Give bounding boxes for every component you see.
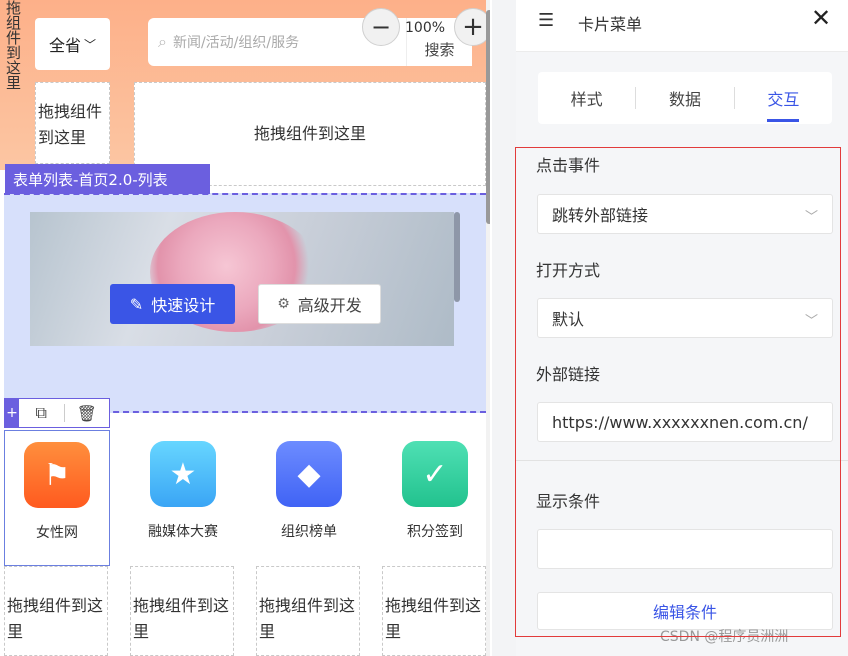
panel-gutter	[492, 0, 516, 656]
external-link-value: https://www.xxxxxxnen.com.cn/	[552, 412, 808, 432]
pencil-icon: ✎	[129, 294, 144, 314]
zoom-in-button[interactable]: +	[454, 8, 490, 46]
component-toolbar: + ⧉ 🗑	[4, 398, 110, 428]
card-menu-item[interactable]: ★ 融媒体大赛	[130, 430, 236, 566]
click-event-label: 点击事件	[536, 156, 601, 175]
gear-icon: ⚙	[277, 296, 290, 312]
search-placeholder: 新闻/活动/组织/服务	[172, 35, 300, 51]
card-menu-label: 组织榜单	[281, 524, 337, 540]
tab-interaction[interactable]: 交互	[735, 86, 832, 122]
diamond-icon: ◆	[276, 441, 342, 507]
card-menu-label: 女性网	[36, 525, 78, 541]
drop-zone[interactable]: 拖拽组件到这里	[130, 566, 234, 656]
chevron-down-icon: ﹀	[804, 210, 818, 225]
form-list-label: 表单列表-首页2.0-列表	[5, 164, 210, 194]
advanced-dev-label: 高级开发	[297, 296, 362, 315]
drop-zone-label: 拖拽组件到这里	[253, 124, 366, 143]
drop-zone[interactable]: 拖拽组件到这里	[35, 82, 110, 164]
zoom-level: 100%	[405, 20, 446, 36]
province-select-label: 全省	[48, 36, 81, 55]
external-link-input[interactable]: https://www.xxxxxxnen.com.cn/	[537, 402, 833, 442]
quick-design-label: 快速设计	[151, 296, 216, 315]
open-mode-select[interactable]: 默认 ﹀	[537, 298, 833, 338]
sliders-icon: ☰	[538, 10, 555, 31]
advanced-dev-button[interactable]: ⚙ 高级开发	[258, 284, 381, 324]
card-menu-item[interactable]: ⚑ 女性网	[4, 430, 110, 566]
banner-image	[30, 212, 454, 346]
quick-design-button[interactable]: ✎ 快速设计	[110, 284, 235, 324]
canvas-scrollbar-thumb[interactable]	[486, 10, 490, 224]
tab-style[interactable]: 样式	[538, 86, 635, 110]
close-icon[interactable]: ✕	[811, 4, 831, 32]
province-select[interactable]: 全省 ﹀	[35, 18, 110, 70]
click-event-select[interactable]: 跳转外部链接 ﹀	[537, 194, 833, 234]
banner-scrollbar[interactable]	[454, 212, 460, 302]
star-icon: ★	[150, 441, 216, 507]
panel-title: 卡片菜单	[578, 15, 643, 34]
card-menu-label: 融媒体大赛	[148, 524, 218, 540]
add-icon[interactable]: +	[5, 399, 19, 427]
click-event-value: 跳转外部链接	[552, 206, 649, 225]
card-menu-label: 积分签到	[407, 524, 463, 540]
open-mode-value: 默认	[552, 310, 585, 329]
calendar-check-icon: ✓	[402, 441, 468, 507]
display-condition-label: 显示条件	[536, 492, 601, 511]
display-condition-input[interactable]	[537, 529, 833, 569]
copy-icon[interactable]: ⧉	[19, 403, 64, 423]
edit-condition-button[interactable]: 编辑条件	[537, 592, 833, 630]
search-icon: ⌕	[158, 32, 167, 51]
drop-zone[interactable]: 拖拽组件到这里	[382, 566, 486, 656]
section-divider	[516, 460, 848, 461]
panel-header	[516, 0, 848, 52]
panel-tabs: 样式 数据 交互	[538, 72, 832, 124]
drop-zone[interactable]: 拖拽组件到这里	[256, 566, 360, 656]
page-canvas: 拖组件到这里 全省 ﹀ ⌕ 新闻/活动/组织/服务 搜索 拖拽组件到这里 拖拽组…	[0, 0, 490, 656]
tab-data[interactable]: 数据	[636, 86, 733, 110]
chevron-down-icon: ﹀	[804, 314, 818, 329]
card-menu-item[interactable]: ✓ 积分签到	[382, 430, 488, 566]
card-menu-item[interactable]: ◆ 组织榜单	[256, 430, 362, 566]
watermark: CSDN @程序员洲洲	[660, 629, 789, 645]
flag-icon: ⚑	[24, 442, 90, 508]
external-link-label: 外部链接	[536, 365, 601, 384]
zoom-out-button[interactable]: −	[362, 8, 400, 46]
trash-icon[interactable]: 🗑	[65, 404, 110, 423]
chevron-down-icon: ﹀	[84, 37, 97, 52]
drop-zone[interactable]: 拖拽组件到这里	[4, 566, 108, 656]
card-menu: ⚑ 女性网 ★ 融媒体大赛 ◆ 组织榜单 ✓ 积分签到	[4, 430, 486, 566]
open-mode-label: 打开方式	[536, 261, 601, 280]
vertical-drop-hint: 拖组件到这里	[4, 0, 22, 90]
